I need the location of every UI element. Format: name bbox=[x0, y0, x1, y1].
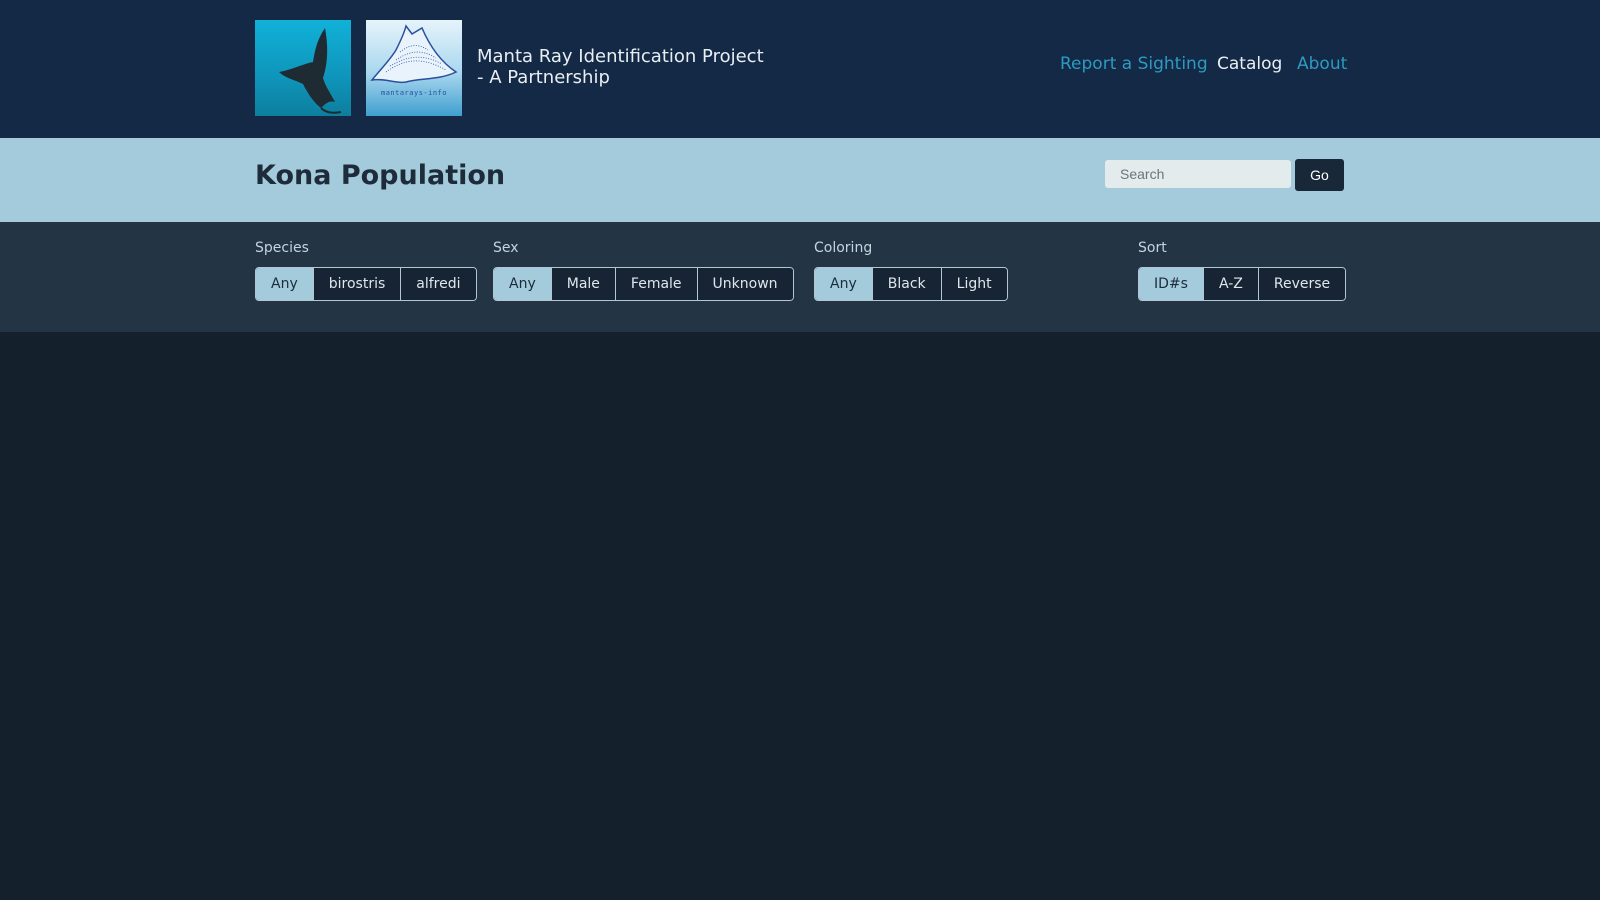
filter-bar bbox=[0, 222, 1600, 332]
species-birostris-button[interactable]: birostris bbox=[312, 268, 401, 300]
site-header bbox=[0, 0, 1600, 138]
sex-filter-group: Any Male Female Unknown bbox=[493, 267, 794, 301]
sort-az-button[interactable]: A-Z bbox=[1202, 268, 1258, 300]
sort-group: ID#s A-Z Reverse bbox=[1138, 267, 1347, 301]
logo-caption: mantarays-info bbox=[380, 89, 447, 97]
title-band bbox=[0, 138, 1600, 222]
sex-filter-label: Sex bbox=[493, 240, 519, 256]
species-filter-group: Any birostris alfredi bbox=[255, 267, 477, 301]
page-title: Kona Population bbox=[255, 160, 506, 191]
sex-male-button[interactable]: Male bbox=[550, 268, 615, 300]
search-input[interactable] bbox=[1105, 160, 1291, 188]
coloring-black-button[interactable]: Black bbox=[871, 268, 941, 300]
sort-reverse-button[interactable]: Reverse bbox=[1257, 268, 1346, 300]
sort-ids-button[interactable]: ID#s bbox=[1139, 268, 1203, 300]
species-any-button[interactable]: Any bbox=[256, 268, 313, 300]
nav-report-sighting[interactable]: Report a Sighting bbox=[1060, 53, 1208, 75]
site-title-line2: - A Partnership bbox=[477, 67, 610, 88]
species-alfredi-button[interactable]: alfredi bbox=[400, 268, 476, 300]
nav-about[interactable]: About bbox=[1297, 53, 1347, 75]
manta-ray-logo-icon[interactable] bbox=[255, 20, 351, 116]
coloring-any-button[interactable]: Any bbox=[815, 268, 872, 300]
sex-any-button[interactable]: Any bbox=[494, 268, 551, 300]
catalog-results-area bbox=[0, 332, 1600, 900]
sex-unknown-button[interactable]: Unknown bbox=[696, 268, 793, 300]
go-button[interactable]: Go bbox=[1295, 159, 1344, 191]
species-filter-label: Species bbox=[255, 240, 309, 256]
mantarays-info-logo-icon[interactable]: mantarays-info bbox=[366, 20, 462, 116]
coloring-filter-label: Coloring bbox=[814, 240, 873, 256]
coloring-filter-group: Any Black Light bbox=[814, 267, 1008, 301]
sort-label: Sort bbox=[1138, 240, 1167, 256]
site-title-line1: Manta Ray Identification Project bbox=[477, 46, 764, 67]
coloring-light-button[interactable]: Light bbox=[940, 268, 1007, 300]
site-title: Manta Ray Identification Project - A Par… bbox=[477, 46, 777, 88]
nav-catalog[interactable]: Catalog bbox=[1217, 53, 1282, 75]
sex-female-button[interactable]: Female bbox=[614, 268, 697, 300]
